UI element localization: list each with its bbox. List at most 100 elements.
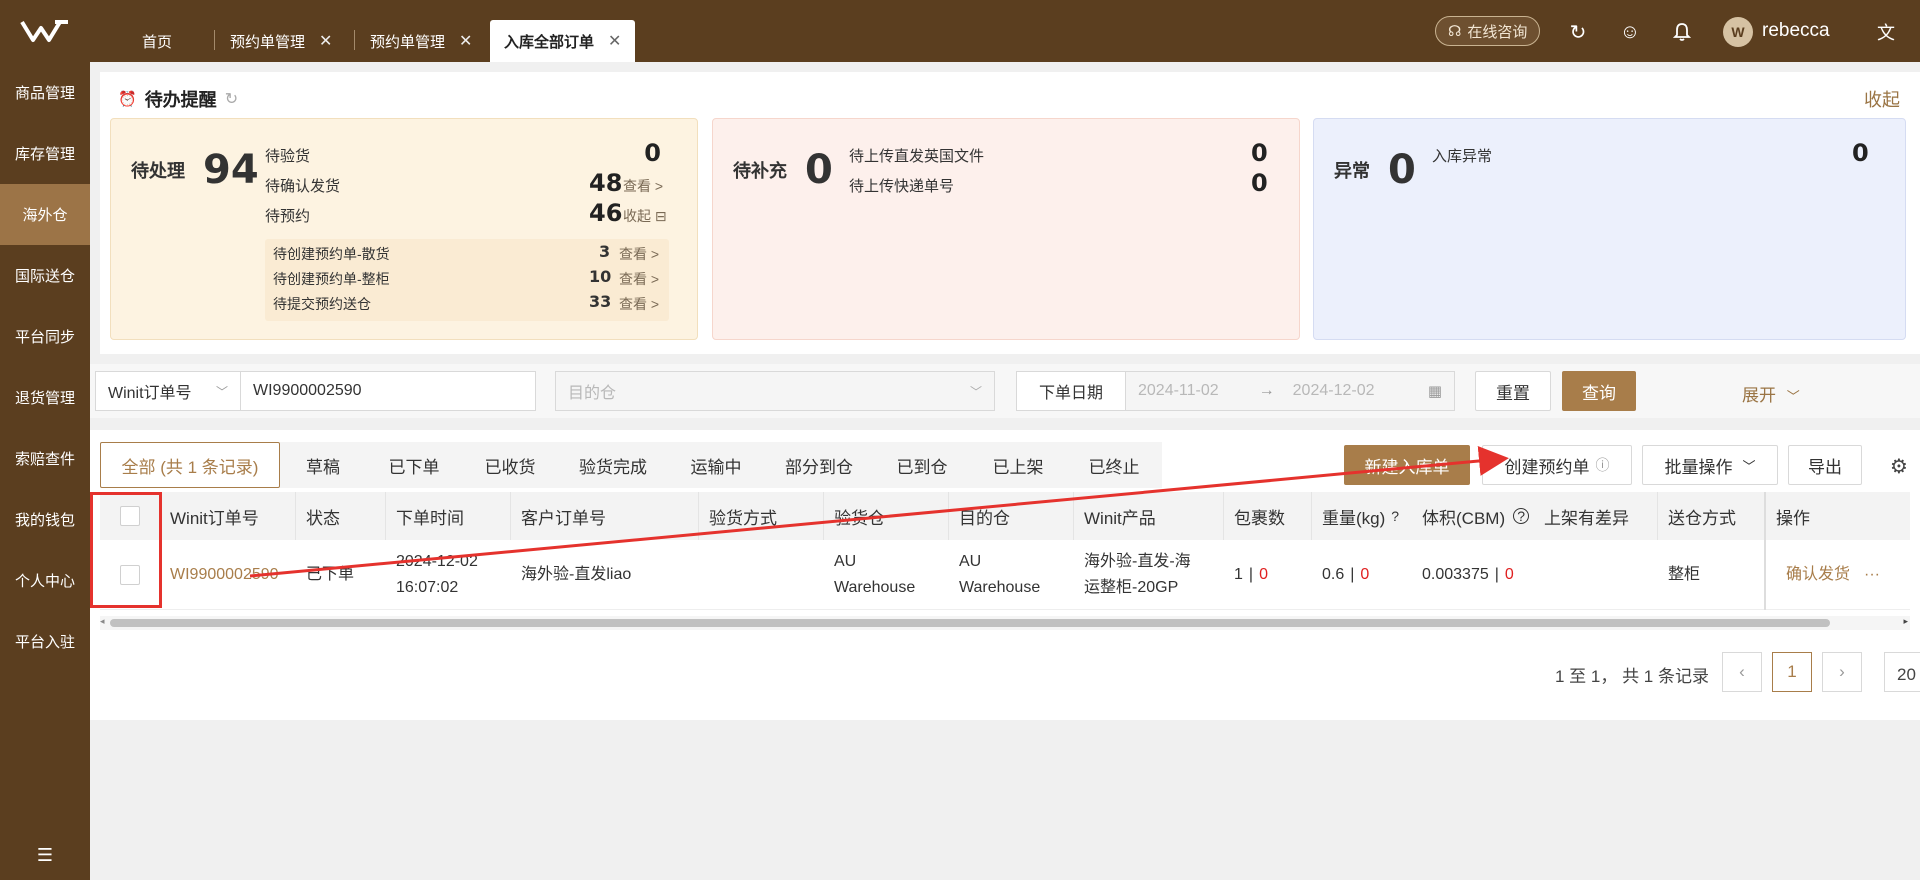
- destination-cell: AU Warehouse: [949, 540, 1074, 610]
- order-type-value: Winit订单号: [108, 385, 192, 402]
- gear-icon[interactable]: ⚙: [1890, 454, 1908, 479]
- date-arrow: →: [1258, 382, 1275, 399]
- tab-separator: [214, 30, 215, 50]
- date-start: 2024-11-02: [1138, 382, 1219, 399]
- chevron-down-icon: ﹀: [215, 384, 228, 399]
- row-count: 0: [1852, 139, 1869, 167]
- sidebar-item-claims[interactable]: 索赔查件: [0, 428, 90, 489]
- close-icon[interactable]: ✕: [319, 31, 332, 51]
- packages-value: 1: [1234, 566, 1243, 583]
- view-link[interactable]: 查看 >: [623, 176, 663, 196]
- sidebar-item-wallet[interactable]: 我的钱包: [0, 489, 90, 550]
- view-link[interactable]: 查看 >: [619, 269, 659, 289]
- tab-booking-1[interactable]: 预约单管理 ✕: [216, 20, 346, 62]
- row-count: 0: [1251, 139, 1268, 167]
- help-icon[interactable]: ?: [1513, 508, 1530, 524]
- customer-no-cell: 海外验-直发liao: [521, 566, 632, 583]
- new-inbound-button[interactable]: 新建入库单: [1344, 445, 1470, 485]
- date-range-picker[interactable]: 2024-11-02 → 2024-12-02 ▦: [1125, 371, 1455, 411]
- status-tab-ordered[interactable]: 已下单: [366, 442, 462, 488]
- order-no-link[interactable]: WI9900002590: [160, 540, 296, 610]
- refresh-icon[interactable]: ↻: [1566, 20, 1590, 44]
- status-tab-shelved[interactable]: 已上架: [970, 442, 1066, 488]
- col-order-no: Winit订单号: [160, 492, 296, 540]
- sidebar-item-overseas-warehouse[interactable]: 海外仓: [0, 184, 90, 245]
- status-tab-terminated[interactable]: 已终止: [1066, 442, 1162, 488]
- reset-button[interactable]: 重置: [1475, 371, 1551, 411]
- winit-logo-icon: [20, 20, 68, 42]
- expand-label: 展开: [1742, 386, 1776, 405]
- sidebar-item-intl-delivery[interactable]: 国际送仓: [0, 245, 90, 306]
- feedback-icon[interactable]: ☺: [1618, 20, 1642, 44]
- abnormal-card: 异常 0 入库异常 0: [1313, 118, 1906, 340]
- destination-select[interactable]: 目的仓 ﹀: [555, 371, 995, 411]
- sidebar-item-platform-join[interactable]: 平台入驻: [0, 611, 90, 672]
- sidebar-item-goods[interactable]: 商品管理: [0, 62, 90, 123]
- headset-icon: ☊: [1448, 23, 1462, 40]
- page-size-select[interactable]: 20 条/页 ﹀: [1884, 652, 1920, 692]
- status-tab-all[interactable]: 全部 (共 1 条记录): [100, 442, 280, 488]
- col-order-time: 下单时间: [386, 492, 511, 540]
- view-link[interactable]: 查看 >: [619, 294, 659, 314]
- scroll-thumb[interactable]: [110, 619, 1830, 627]
- sidebar-item-profile[interactable]: 个人中心: [0, 550, 90, 611]
- query-button[interactable]: 查询: [1562, 371, 1636, 411]
- confirm-ship-link[interactable]: 确认发货: [1786, 562, 1850, 588]
- create-booking-button[interactable]: 创建预约单 ⓘ: [1482, 445, 1632, 485]
- supplement-head: 待补充 0: [733, 147, 833, 193]
- prev-page-button[interactable]: ‹: [1722, 652, 1762, 692]
- sub-row-count: 10: [589, 267, 612, 286]
- export-button[interactable]: 导出: [1788, 445, 1862, 485]
- sub-row-label: 待创建预约单-整柜: [273, 271, 390, 287]
- scroll-left-icon[interactable]: ◂: [100, 616, 105, 627]
- tab-inbound-all-orders[interactable]: 入库全部订单 ✕: [490, 20, 636, 62]
- status-tab-partial-arrived[interactable]: 部分到仓: [764, 442, 874, 488]
- status-tab-draft[interactable]: 草稿: [280, 442, 366, 488]
- sidebar-item-returns[interactable]: 退货管理: [0, 367, 90, 428]
- todo-title-text: 待办提醒: [144, 90, 217, 110]
- order-number-input[interactable]: WI9900002590: [240, 371, 536, 411]
- expand-filters-link[interactable]: 展开 ﹀: [1742, 381, 1800, 406]
- horizontal-scrollbar[interactable]: ◂ ▸: [100, 616, 1910, 630]
- brand-logo[interactable]: [0, 0, 90, 62]
- batch-operation-button[interactable]: 批量操作 ﹀: [1642, 445, 1778, 485]
- status-tab-in-transit[interactable]: 运输中: [668, 442, 764, 488]
- online-consult-button[interactable]: ☊ 在线咨询: [1435, 16, 1541, 46]
- refresh-icon[interactable]: ↻: [225, 89, 238, 109]
- volume-diff: 0: [1504, 566, 1514, 583]
- next-page-button[interactable]: ›: [1822, 652, 1862, 692]
- status-tab-arrived[interactable]: 已到仓: [874, 442, 970, 488]
- view-link[interactable]: 查看 >: [619, 244, 659, 264]
- tab-home[interactable]: 首页: [128, 20, 186, 62]
- chevron-down-icon: ﹀: [969, 384, 982, 399]
- more-icon[interactable]: ···: [1864, 562, 1880, 588]
- packages-cell: 1 | 0: [1224, 540, 1312, 610]
- scroll-right-icon[interactable]: ▸: [1903, 616, 1908, 627]
- bell-icon[interactable]: [1670, 20, 1694, 44]
- sidebar-item-platform-sync[interactable]: 平台同步: [0, 306, 90, 367]
- close-icon[interactable]: ✕: [608, 31, 621, 51]
- date-type-select[interactable]: 下单日期: [1016, 371, 1126, 411]
- order-time-cell: 2024-12-02 16:07:02: [386, 540, 511, 610]
- date-type-value: 下单日期: [1038, 385, 1103, 402]
- sidebar-item-inventory[interactable]: 库存管理: [0, 123, 90, 184]
- sidebar-collapse-icon[interactable]: ☰: [0, 845, 90, 866]
- close-icon[interactable]: ✕: [459, 31, 472, 51]
- page-1-button[interactable]: 1: [1772, 652, 1812, 692]
- tab-booking-2[interactable]: 预约单管理 ✕: [356, 20, 486, 62]
- username[interactable]: rebecca: [1762, 20, 1830, 42]
- collapse-link[interactable]: 收起 ⊟: [623, 206, 667, 226]
- pending-sub-box: 待创建预约单-散货 3 查看 > 待创建预约单-整柜 10 查看 > 待提交预约…: [265, 239, 669, 321]
- translate-icon[interactable]: 文: [1874, 20, 1898, 44]
- col-shelf-diff: 上架有差异: [1534, 492, 1658, 540]
- todo-collapse-link[interactable]: 收起: [1864, 86, 1900, 112]
- status-tab-inspected[interactable]: 验货完成: [558, 442, 668, 488]
- avatar[interactable]: W: [1723, 17, 1753, 47]
- inspect-wh-line2: Warehouse: [834, 579, 916, 596]
- product-line1: 海外验-直发-海: [1084, 553, 1191, 570]
- order-type-select[interactable]: Winit订单号 ﹀: [95, 371, 241, 411]
- col-delivery: 送仓方式: [1658, 492, 1766, 540]
- help-icon[interactable]: ?: [1391, 508, 1399, 524]
- status-tab-received[interactable]: 已收货: [462, 442, 558, 488]
- col-inspect-method: 验货方式: [699, 492, 824, 540]
